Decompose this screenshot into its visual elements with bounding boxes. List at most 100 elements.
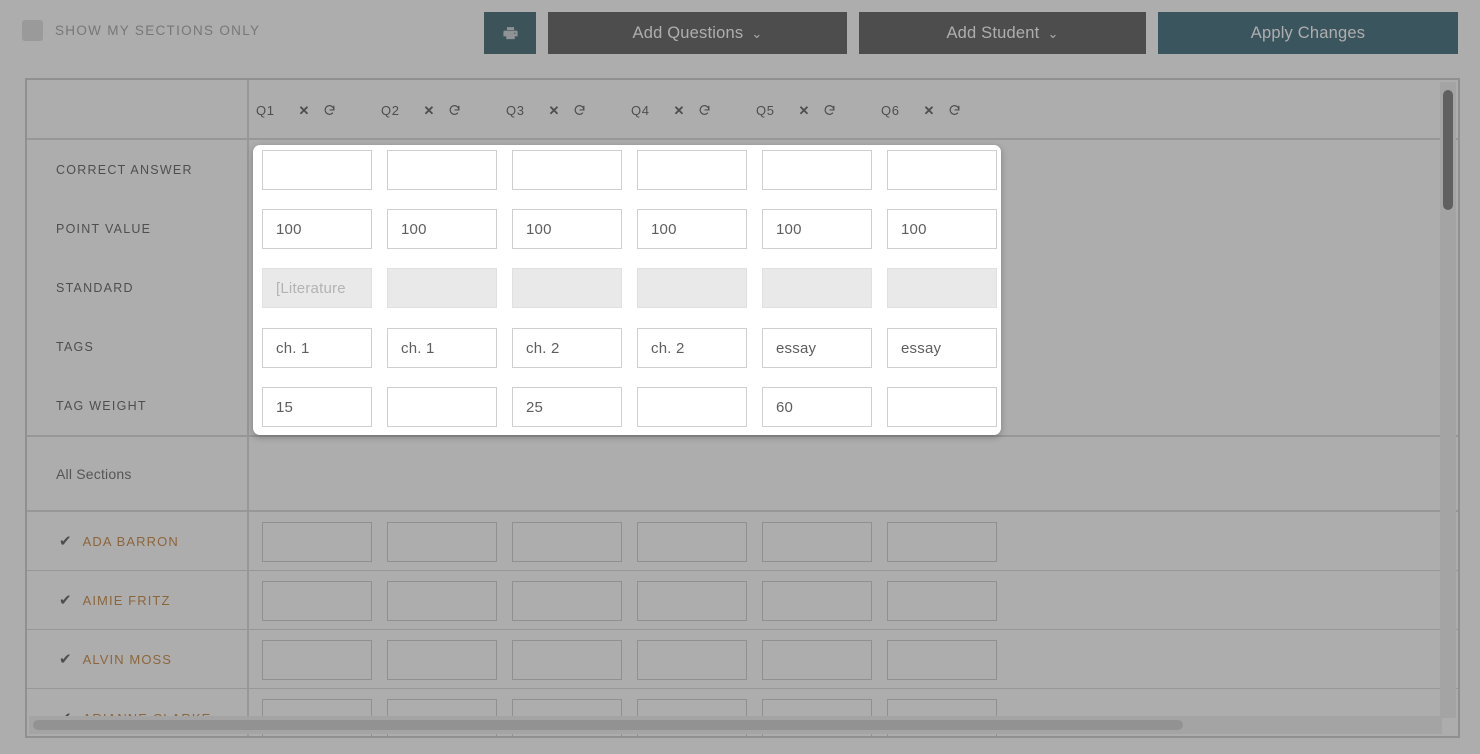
correct-answer-field-q5[interactable] <box>762 150 872 190</box>
question-column-header-q3: Q3 ✕ <box>494 80 586 140</box>
student-name-link[interactable]: ALVIN MOSS <box>83 652 173 667</box>
correct-answer-field-q1[interactable] <box>262 150 372 190</box>
score-input-q1[interactable] <box>262 522 372 562</box>
score-input-q5[interactable] <box>762 581 872 621</box>
tags-field-q4[interactable]: ch. 2 <box>637 328 747 368</box>
correct-answer-field-q4[interactable] <box>637 150 747 190</box>
check-icon[interactable]: ✔ <box>59 593 72 608</box>
close-icon[interactable]: ✕ <box>799 104 810 117</box>
question-column-label: Q6 <box>881 102 900 118</box>
standard-field-q5 <box>762 268 872 308</box>
score-input-q6[interactable] <box>887 522 997 562</box>
score-input-q2[interactable] <box>387 640 497 680</box>
question-column-label: Q1 <box>256 102 275 118</box>
question-column-label: Q4 <box>631 102 650 118</box>
question-column-header-q2: Q2 ✕ <box>369 80 461 140</box>
tags-field-q6[interactable]: essay <box>887 328 997 368</box>
tags-field-q2[interactable]: ch. 1 <box>387 328 497 368</box>
point-value-field-q5[interactable]: 100 <box>762 209 872 249</box>
student-name-link[interactable]: AIMIE FRITZ <box>83 593 171 608</box>
score-input-q1[interactable] <box>262 581 372 621</box>
show-my-sections-checkbox[interactable] <box>22 20 43 41</box>
add-questions-button[interactable]: Add Questions ⌄ <box>548 12 847 54</box>
score-input-q2[interactable] <box>387 522 497 562</box>
apply-changes-button[interactable]: Apply Changes <box>1158 12 1458 54</box>
question-column-actions: ✕ <box>299 104 337 117</box>
horizontal-scrollbar-thumb[interactable] <box>33 720 1183 730</box>
score-input-q2[interactable] <box>387 581 497 621</box>
correct-answer-field-q3[interactable] <box>512 150 622 190</box>
point-value-field-q6[interactable]: 100 <box>887 209 997 249</box>
score-input-q5[interactable] <box>762 640 872 680</box>
correct-answer-field-q6[interactable] <box>887 150 997 190</box>
attribute-row-label: POINT VALUE <box>56 221 152 236</box>
tag-weight-field-q5[interactable]: 60 <box>762 387 872 427</box>
score-input-q6[interactable] <box>887 581 997 621</box>
question-attribute-edit-panel: 100 100 100 100 100 100 [Literature ch. 1 ch. 1 c… <box>253 145 1001 435</box>
close-icon[interactable]: ✕ <box>924 104 935 117</box>
tag-weight-field-q3[interactable]: 25 <box>512 387 622 427</box>
student-name-link[interactable]: ADA BARRON <box>83 534 179 549</box>
standard-field-q6 <box>887 268 997 308</box>
score-input-q3[interactable] <box>512 581 622 621</box>
question-column-label: Q3 <box>506 102 525 118</box>
question-column-label: Q5 <box>756 102 775 118</box>
standard-field-q4 <box>637 268 747 308</box>
score-input-q4[interactable] <box>637 640 747 680</box>
tag-weight-field-q4[interactable] <box>637 387 747 427</box>
score-input-q1[interactable] <box>262 640 372 680</box>
score-input-q4[interactable] <box>637 522 747 562</box>
attribute-row-label: CORRECT ANSWER <box>56 162 193 177</box>
reset-icon[interactable] <box>698 104 711 117</box>
close-icon[interactable]: ✕ <box>674 104 685 117</box>
tags-field-q5[interactable]: essay <box>762 328 872 368</box>
score-input-q4[interactable] <box>637 581 747 621</box>
vertical-scrollbar[interactable] <box>1440 82 1456 718</box>
check-icon[interactable]: ✔ <box>59 534 72 549</box>
score-input-q3[interactable] <box>512 640 622 680</box>
score-input-q5[interactable] <box>762 522 872 562</box>
question-column-actions: ✕ <box>799 104 837 117</box>
attribute-row-point-value: POINT VALUE <box>27 199 247 258</box>
print-button[interactable] <box>484 12 536 54</box>
student-name-cell[interactable]: ✔ AIMIE FRITZ <box>27 571 247 629</box>
student-name-cell[interactable]: ✔ ALVIN MOSS <box>27 630 247 688</box>
reset-icon[interactable] <box>823 104 836 117</box>
question-column-header-q5: Q5 ✕ <box>744 80 836 140</box>
reset-icon[interactable] <box>323 104 336 117</box>
close-icon[interactable]: ✕ <box>549 104 560 117</box>
tag-weight-field-q2[interactable] <box>387 387 497 427</box>
score-input-q6[interactable] <box>887 640 997 680</box>
score-input-q3[interactable] <box>512 522 622 562</box>
reset-icon[interactable] <box>948 104 961 117</box>
show-my-sections-toggle[interactable]: SHOW MY SECTIONS ONLY <box>22 20 260 41</box>
attribute-row-standard: STANDARD <box>27 258 247 317</box>
student-name-cell[interactable]: ✔ ADA BARRON <box>27 512 247 570</box>
attribute-label-column: CORRECT ANSWER POINT VALUE STANDARD TAGS TAG… <box>27 140 247 435</box>
all-sections-band[interactable]: All Sections <box>27 437 1458 512</box>
tags-field-q3[interactable]: ch. 2 <box>512 328 622 368</box>
table-row: ✔ ALVIN MOSS <box>27 630 1458 689</box>
attribute-row-tag-weight: TAG WEIGHT <box>27 376 247 435</box>
close-icon[interactable]: ✕ <box>424 104 435 117</box>
tag-weight-field-q1[interactable]: 15 <box>262 387 372 427</box>
top-toolbar: SHOW MY SECTIONS ONLY Add Questions ⌄ Ad… <box>0 0 1480 64</box>
horizontal-scrollbar[interactable] <box>29 716 1442 734</box>
gradebook-setup-page: SHOW MY SECTIONS ONLY Add Questions ⌄ Ad… <box>0 0 1480 754</box>
add-student-button[interactable]: Add Student ⌄ <box>859 12 1146 54</box>
check-icon[interactable]: ✔ <box>59 652 72 667</box>
reset-icon[interactable] <box>448 104 461 117</box>
reset-icon[interactable] <box>573 104 586 117</box>
point-value-field-q4[interactable]: 100 <box>637 209 747 249</box>
question-column-actions: ✕ <box>424 104 462 117</box>
tag-weight-field-q6[interactable] <box>887 387 997 427</box>
table-row: ✔ ADA BARRON <box>27 512 1458 571</box>
point-value-field-q2[interactable]: 100 <box>387 209 497 249</box>
point-value-field-q1[interactable]: 100 <box>262 209 372 249</box>
vertical-scrollbar-thumb[interactable] <box>1443 90 1453 210</box>
point-value-field-q3[interactable]: 100 <box>512 209 622 249</box>
close-icon[interactable]: ✕ <box>299 104 310 117</box>
correct-answer-field-q2[interactable] <box>387 150 497 190</box>
tags-field-q1[interactable]: ch. 1 <box>262 328 372 368</box>
attribute-row-label: TAGS <box>56 339 95 354</box>
